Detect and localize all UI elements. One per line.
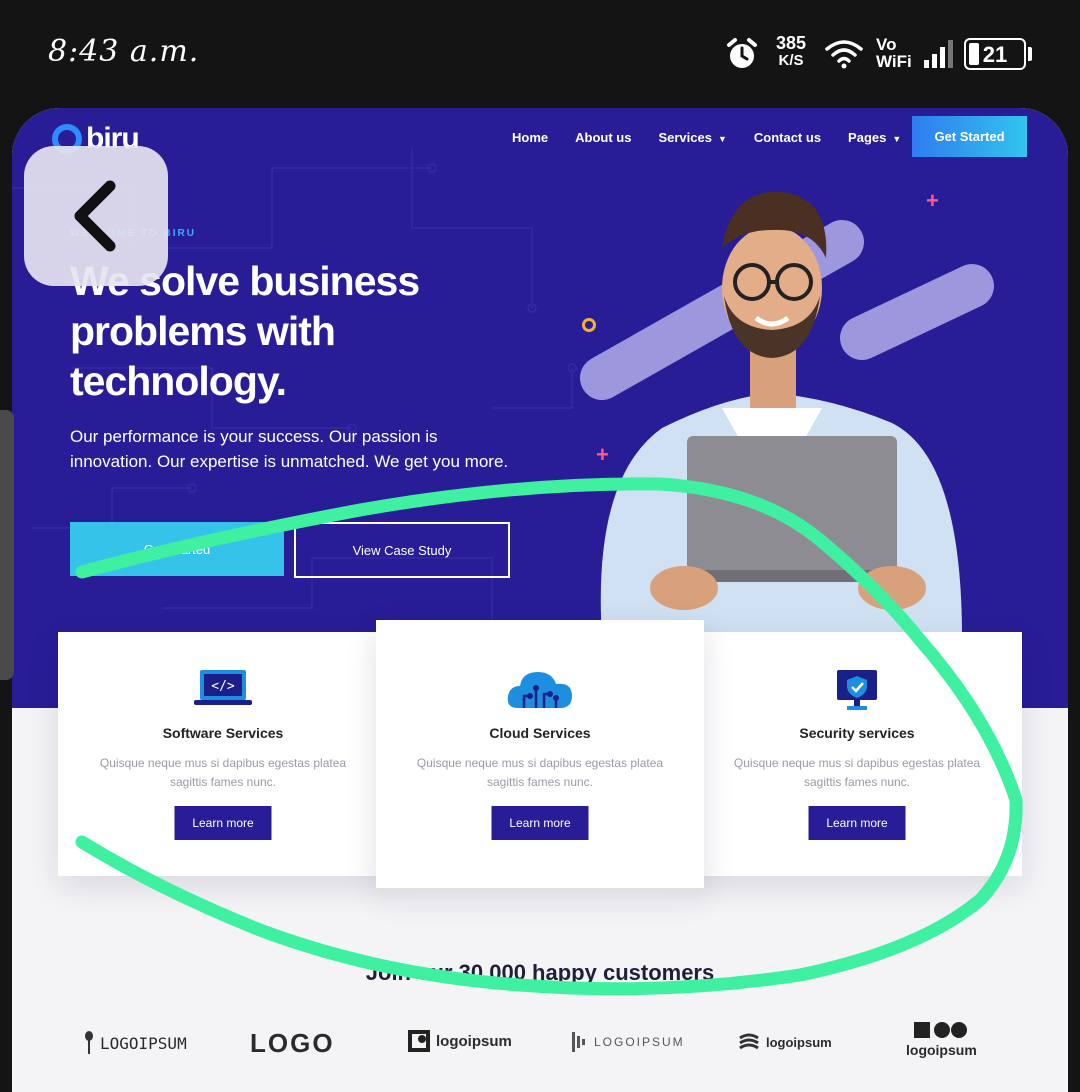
brand-logo-2: LOGO bbox=[250, 1028, 335, 1059]
card-text: Quisque neque mus si dapibus egestas pla… bbox=[416, 756, 664, 789]
brand-logo-text: logoipsum bbox=[436, 1032, 512, 1050]
card-text: Quisque neque mus si dapibus egestas pla… bbox=[733, 756, 981, 789]
learn-more-button[interactable]: Learn more bbox=[808, 806, 906, 840]
chevron-down-icon: ▼ bbox=[892, 134, 902, 144]
nav-services-label: Services bbox=[658, 130, 712, 145]
brand-logo-4: LOGOIPSUM bbox=[572, 1032, 685, 1052]
chevron-down-icon: ▼ bbox=[717, 134, 727, 144]
battery-level: 21 bbox=[982, 42, 1008, 67]
network-speed: 385 K/S bbox=[776, 34, 806, 70]
square-logo-icon bbox=[408, 1030, 430, 1052]
nav-home[interactable]: Home bbox=[512, 130, 548, 145]
edge-panel-handle[interactable] bbox=[0, 410, 14, 680]
wifi-icon bbox=[825, 40, 863, 69]
waves-logo-icon bbox=[739, 1033, 759, 1050]
vo-label: Vo bbox=[876, 35, 897, 54]
brand-logo-1: LOGOIPSUM bbox=[84, 1030, 187, 1056]
brand-logo-text: LOGOIPSUM bbox=[594, 1035, 685, 1049]
wheat-icon bbox=[85, 1031, 93, 1054]
bars-logo-icon bbox=[572, 1032, 585, 1052]
learn-more-button[interactable]: Learn more bbox=[491, 806, 589, 840]
hero-section: biru Home About us Services ▼ Contact us … bbox=[12, 108, 1068, 708]
brand-logo-text: LOGOIPSUM bbox=[100, 1033, 187, 1053]
svg-text:</>: </> bbox=[211, 679, 235, 694]
nav-get-started-button[interactable]: Get Started bbox=[912, 116, 1027, 157]
nav-about[interactable]: About us bbox=[575, 130, 631, 145]
card-title: Security services bbox=[799, 725, 915, 741]
brand-logo-text: LOGO bbox=[250, 1028, 335, 1058]
hero-get-started-button[interactable]: Get Started bbox=[70, 522, 284, 576]
main-nav: Home About us Services ▼ Contact us Pages… bbox=[512, 130, 901, 145]
brand-logo-text: logoipsum bbox=[766, 1034, 832, 1050]
shapes-logo-icon bbox=[914, 1022, 968, 1038]
brand-logo-text: logoipsum bbox=[906, 1042, 977, 1058]
cloud-circuit-icon bbox=[507, 672, 572, 708]
website-screenshot: biru Home About us Services ▼ Contact us … bbox=[12, 108, 1068, 1092]
view-case-study-button[interactable]: View Case Study bbox=[294, 522, 510, 578]
card-text: Quisque neque mus si dapibus egestas pla… bbox=[99, 756, 347, 789]
brand-logo-3: logoipsum bbox=[408, 1030, 512, 1052]
code-laptop-icon: </> bbox=[194, 670, 252, 705]
chevron-left-icon bbox=[74, 180, 116, 252]
speed-unit: K/S bbox=[778, 52, 804, 69]
alarm-icon bbox=[727, 38, 757, 68]
vowifi-indicator: Vo WiFi bbox=[876, 36, 912, 70]
brand-logo-6: logoipsum bbox=[906, 1022, 977, 1058]
customers-heading: Join our 30,000 happy customers bbox=[365, 960, 715, 985]
card-title: Cloud Services bbox=[489, 725, 591, 741]
learn-more-button[interactable]: Learn more bbox=[174, 806, 272, 840]
nav-services[interactable]: Services ▼ bbox=[658, 130, 726, 145]
service-card-software: </> Software Services Quisque neque mus … bbox=[58, 632, 388, 876]
service-card-cloud: Cloud Services Quisque neque mus si dapi… bbox=[376, 620, 704, 888]
status-time: 8:43 a.m. bbox=[48, 34, 200, 69]
card-title: Software Services bbox=[162, 725, 284, 741]
status-bar: 8:43 a.m. 385 K/S Vo WiFi 21 bbox=[0, 0, 1080, 105]
person-with-laptop-image bbox=[600, 191, 962, 638]
speed-value: 385 bbox=[776, 33, 807, 53]
back-button[interactable] bbox=[24, 146, 168, 286]
battery-tip bbox=[1028, 47, 1032, 61]
battery-icon: 21 bbox=[964, 38, 1026, 70]
brand-logo-5: logoipsum bbox=[738, 1032, 832, 1052]
signal-icon bbox=[924, 40, 953, 68]
shield-monitor-icon bbox=[837, 670, 877, 710]
nav-pages-label: Pages bbox=[848, 130, 887, 145]
nav-pages[interactable]: Pages ▼ bbox=[848, 130, 901, 145]
service-card-security: Security services Quisque neque mus si d… bbox=[692, 632, 1022, 876]
nav-contact[interactable]: Contact us bbox=[754, 130, 821, 145]
wifi-label: WiFi bbox=[876, 52, 912, 71]
hero-lead: Our performance is your success. Our pas… bbox=[70, 427, 509, 471]
